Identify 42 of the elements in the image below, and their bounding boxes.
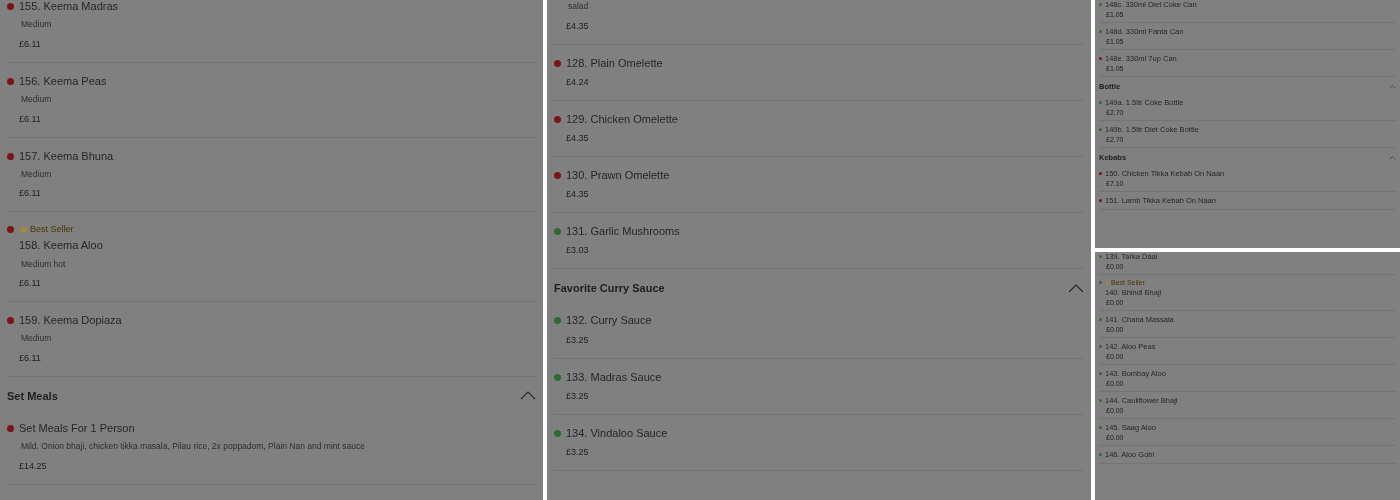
- chevron-up-icon[interactable]: [1389, 84, 1396, 89]
- chevron-up-icon[interactable]: [1389, 155, 1396, 160]
- item-name[interactable]: 128. Plain Omelette: [566, 56, 663, 70]
- star-icon: [19, 224, 28, 234]
- item-price: £6.11: [18, 352, 42, 363]
- item-description: salad: [567, 0, 590, 13]
- item-price: £3.25: [565, 334, 590, 345]
- item-name[interactable]: 134. Vindaloo Sauce: [566, 426, 668, 440]
- item-price: £14.25: [18, 460, 48, 471]
- section-title: Set Meals: [7, 389, 58, 402]
- item-name[interactable]: 131. Garlic Mushrooms: [566, 225, 680, 239]
- item-price: £6.11: [18, 113, 42, 124]
- chevron-up-icon[interactable]: [520, 391, 536, 401]
- item-price: £4.35: [565, 132, 590, 143]
- item-price: £3.25: [565, 390, 590, 401]
- item-name[interactable]: 156. Keema Peas: [19, 74, 107, 88]
- item-price: £4.35: [565, 20, 590, 31]
- item-name[interactable]: 159. Keema Dopiaza: [19, 314, 122, 328]
- item-name[interactable]: 129. Chicken Omelette: [566, 112, 678, 126]
- best-seller-label: Best Seller: [19, 224, 74, 235]
- item-name[interactable]: 130. Prawn Omelette: [566, 168, 670, 183]
- chevron-up-icon[interactable]: [1068, 283, 1084, 293]
- item-name[interactable]: 132. Curry Sauce: [566, 314, 652, 328]
- item-description: Medium: [20, 167, 53, 181]
- section-title: Favorite Curry Sauce: [554, 282, 665, 295]
- item-description: Medium: [20, 92, 53, 106]
- item-description: Medium hot: [20, 257, 67, 271]
- item-name[interactable]: 133. Madras Sauce: [566, 370, 662, 384]
- item-price: £6.11: [18, 278, 42, 289]
- item-name[interactable]: 157. Keema Bhuna: [19, 149, 114, 163]
- item-description: Mild. Onion bhaji, chicken tikka masala, Pilau rice, 2x poppadom, Plain Nan and mint sauce: [20, 440, 366, 454]
- item-name[interactable]: 158. Keema Aloo: [19, 239, 103, 253]
- item-name[interactable]: Set Meals For 1 Person: [19, 421, 135, 436]
- item-price: £3.03: [565, 245, 590, 256]
- item-price: £6.11: [18, 188, 42, 199]
- item-price: £3.25: [565, 446, 590, 457]
- item-description: Medium: [20, 18, 53, 32]
- item-description: Medium: [20, 332, 53, 346]
- item-price: £4.35: [565, 189, 590, 200]
- item-name[interactable]: 155. Keema Madras: [19, 0, 119, 14]
- item-price: £6.11: [18, 38, 42, 49]
- item-price: £4.24: [565, 76, 590, 87]
